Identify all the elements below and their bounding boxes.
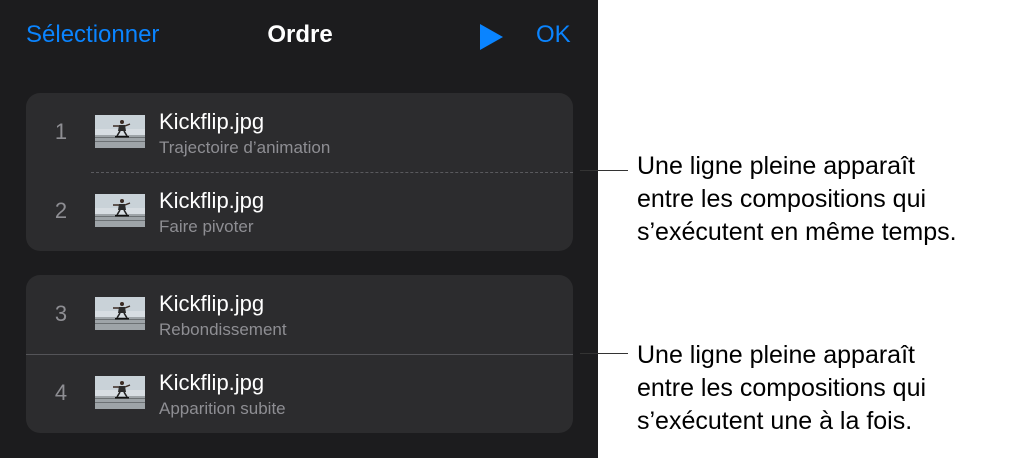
callout-simultaneous: Une ligne pleine apparaît entre les comp… — [637, 150, 1007, 249]
callout-leader-line — [580, 170, 628, 171]
build-title: Kickflip.jpg — [159, 291, 265, 316]
callout-line: entre les compositions qui — [637, 185, 927, 213]
navigation-bar: Sélectionner Ordre OK — [0, 0, 598, 72]
build-row[interactable]: 2 Kickflip.jpg Faire pivoter — [26, 172, 573, 251]
build-effect: Trajectoire d’animation — [159, 138, 331, 157]
callout-leader-line — [580, 353, 628, 354]
callout-line: entre les compositions qui — [637, 374, 927, 402]
build-group-simultaneous: 1 Kickflip.jpg Trajectoire d’animation 2… — [26, 93, 573, 251]
image-thumbnail — [95, 376, 145, 409]
build-number: 2 — [54, 198, 68, 223]
build-number: 3 — [54, 301, 68, 326]
callout-sequential: Une ligne pleine apparaît entre les comp… — [637, 339, 1007, 438]
build-number: 1 — [54, 119, 68, 144]
callout-line: Une ligne pleine apparaît — [637, 152, 915, 180]
callout-line: Une ligne pleine apparaît — [637, 341, 915, 369]
play-icon[interactable] — [477, 23, 505, 51]
build-effect: Apparition subite — [159, 399, 286, 418]
build-title: Kickflip.jpg — [159, 370, 265, 395]
build-title: Kickflip.jpg — [159, 188, 265, 213]
image-thumbnail — [95, 297, 145, 330]
build-row[interactable]: 1 Kickflip.jpg Trajectoire d’animation — [26, 93, 573, 172]
page: Sélectionner Ordre OK 1 Kickflip.jpg Tra… — [0, 0, 1011, 458]
ok-button[interactable]: OK — [536, 21, 571, 49]
build-row[interactable]: 4 Kickflip.jpg Apparition subite — [26, 354, 573, 433]
page-title: Ordre — [267, 21, 333, 48]
image-thumbnail — [95, 115, 145, 148]
build-group-sequential: 3 Kickflip.jpg Rebondissement 4 Kickflip… — [26, 275, 573, 433]
build-title: Kickflip.jpg — [159, 109, 265, 134]
callout-line: s’exécutent en même temps. — [637, 218, 957, 246]
build-effect: Rebondissement — [159, 320, 287, 339]
build-row[interactable]: 3 Kickflip.jpg Rebondissement — [26, 275, 573, 354]
callout-line: s’exécutent une à la fois. — [637, 407, 913, 435]
build-effect: Faire pivoter — [159, 217, 254, 236]
image-thumbnail — [95, 194, 145, 227]
build-number: 4 — [54, 380, 68, 405]
build-order-panel: Sélectionner Ordre OK 1 Kickflip.jpg Tra… — [0, 0, 598, 458]
